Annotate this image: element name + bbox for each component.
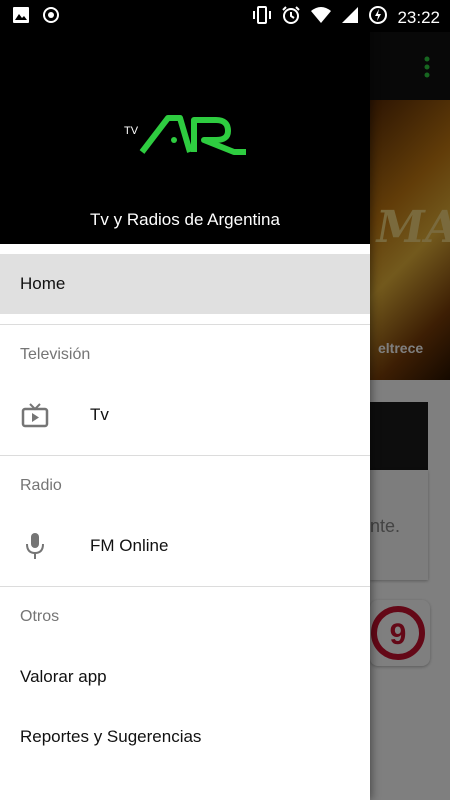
menu-item-home[interactable]: Home: [0, 254, 370, 314]
menu-item-fm-online[interactable]: FM Online: [0, 516, 370, 576]
menu-item-reports-label: Reportes y Sugerencias: [20, 727, 202, 746]
app-logo: TV: [124, 114, 250, 161]
menu-item-fm-online-label: FM Online: [90, 536, 169, 555]
navigation-drawer: TV Tv y Radios de Argentina Home Televis…: [0, 0, 370, 800]
menu-item-rate-app[interactable]: Valorar app: [0, 647, 370, 707]
alarm-icon: [281, 5, 301, 30]
microphone-icon: [20, 531, 50, 561]
menu-item-tv[interactable]: Tv: [0, 385, 370, 445]
menu-item-home-label: Home: [20, 274, 66, 293]
image-notification-icon: [12, 6, 30, 29]
vibrate-icon: [252, 5, 272, 30]
menu-item-tv-label: Tv: [90, 405, 109, 424]
section-header-others: Otros: [20, 608, 60, 625]
record-notification-icon: [42, 6, 60, 29]
wifi-icon: [310, 6, 332, 29]
section-header-television: Televisión: [20, 346, 91, 363]
battery-charging-icon: [368, 5, 388, 30]
drawer-menu: Home Televisión Tv Radio FM Online Otros…: [0, 254, 370, 767]
app-title: Tv y Radios de Argentina: [90, 210, 280, 229]
signal-icon: [341, 6, 359, 29]
tv-icon: [20, 400, 50, 430]
clock: 23:22: [397, 7, 440, 27]
menu-item-rate-app-label: Valorar app: [20, 667, 107, 686]
section-header-radio: Radio: [20, 477, 62, 494]
menu-item-reports[interactable]: Reportes y Sugerencias: [0, 707, 370, 767]
logo-small-text: TV: [124, 125, 139, 137]
drawer-header: TV Tv y Radios de Argentina: [0, 32, 370, 244]
status-bar: 23:22: [0, 0, 450, 32]
